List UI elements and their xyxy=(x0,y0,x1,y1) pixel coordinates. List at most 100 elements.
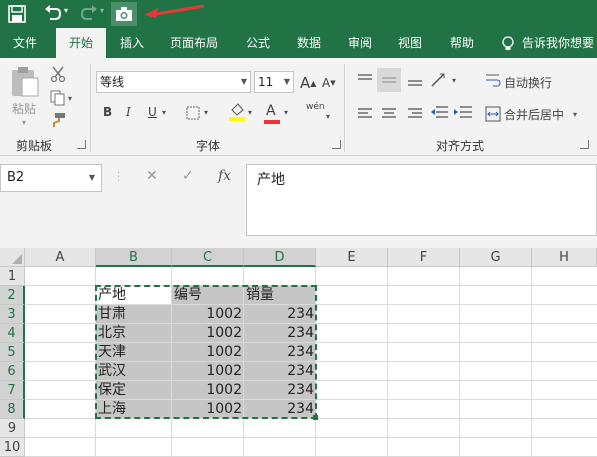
row-header-5[interactable]: 5 xyxy=(0,343,25,362)
row-header-7[interactable]: 7 xyxy=(0,381,25,400)
wrap-text-button[interactable]: 自动换行 xyxy=(504,74,552,91)
chevron-down-icon: ▼ xyxy=(88,173,95,182)
grid-line xyxy=(531,267,532,457)
indent-icons[interactable] xyxy=(430,104,474,122)
paste-label[interactable]: 粘贴 xyxy=(12,100,36,117)
camera-icon xyxy=(116,7,132,21)
row-header-8[interactable]: 8 xyxy=(0,400,25,419)
cancel-icon[interactable]: ✕ xyxy=(146,168,158,184)
font-size-select[interactable]: 11 ▼ xyxy=(254,71,294,93)
merge-center-icon[interactable] xyxy=(485,106,501,122)
italic-button[interactable]: I xyxy=(126,105,131,119)
tell-me-search[interactable]: 告诉我你想要 xyxy=(522,28,597,58)
annotation-arrow xyxy=(144,4,205,18)
middle-align-selected[interactable] xyxy=(377,68,401,92)
ribbon-tabs: 文件 开始 插入 页面布局 公式 数据 审阅 视图 帮助 告诉我你想要 xyxy=(0,28,597,58)
copy-dropdown-icon[interactable]: ▾ xyxy=(68,94,72,103)
alignment-group-label: 对齐方式 xyxy=(436,139,485,153)
paste-dropdown-icon[interactable]: ▾ xyxy=(22,118,26,127)
grow-font-label: A xyxy=(300,74,311,92)
paste-icon[interactable] xyxy=(10,66,40,98)
lightbulb-icon xyxy=(502,36,514,50)
alignment-launcher-icon[interactable] xyxy=(580,140,589,149)
phonetic-dropdown-icon[interactable]: ▾ xyxy=(326,112,330,121)
tab-review[interactable]: 审阅 xyxy=(338,28,382,58)
clipboard-launcher-icon[interactable] xyxy=(77,140,86,149)
format-painter-icon[interactable] xyxy=(50,112,66,128)
font-color-dropdown-icon[interactable]: ▾ xyxy=(284,108,288,117)
tab-help[interactable]: 帮助 xyxy=(440,28,484,58)
cell-reference: B2 xyxy=(7,170,25,185)
orientation-icon[interactable] xyxy=(430,72,454,88)
bold-button[interactable]: B xyxy=(103,105,112,119)
row-header-9[interactable]: 9 xyxy=(0,419,25,438)
column-header-d[interactable]: D xyxy=(244,248,316,267)
font-name-value: 等线 xyxy=(100,75,125,89)
more-options-icon: · · · xyxy=(117,168,121,187)
redo-icon[interactable] xyxy=(80,5,98,21)
phonetic-button[interactable]: wén xyxy=(306,102,325,112)
wrap-text-icon[interactable] xyxy=(485,72,501,88)
row-header-4[interactable]: 4 xyxy=(0,324,25,343)
undo-dropdown-icon[interactable]: ▾ xyxy=(64,6,68,15)
select-all-corner[interactable] xyxy=(0,248,25,267)
shrink-font-button[interactable]: A ▼ xyxy=(322,76,336,90)
font-size-value: 11 xyxy=(258,75,274,89)
camera-button[interactable] xyxy=(111,2,137,26)
corner-triangle-icon xyxy=(12,254,22,264)
chevron-down-icon: ▼ xyxy=(283,77,290,86)
column-header-f[interactable]: F xyxy=(388,248,460,267)
merge-center-button[interactable]: 合并后居中 xyxy=(504,106,564,123)
row-header-10[interactable]: 10 xyxy=(0,438,25,457)
grow-font-button[interactable]: A ▲ xyxy=(300,74,316,92)
tab-insert[interactable]: 插入 xyxy=(110,28,154,58)
tab-formulas[interactable]: 公式 xyxy=(236,28,280,58)
tab-data[interactable]: 数据 xyxy=(286,28,332,58)
underline-button[interactable]: U xyxy=(148,105,157,119)
underline-dropdown-icon[interactable]: ▾ xyxy=(162,108,166,117)
undo-icon[interactable] xyxy=(44,5,62,21)
shrink-font-label: A xyxy=(322,76,331,90)
fill-color-icon[interactable] xyxy=(228,102,246,122)
grid-line xyxy=(387,267,388,457)
font-color-swatch xyxy=(264,120,280,124)
border-icon[interactable] xyxy=(186,106,200,120)
fill-handle[interactable] xyxy=(313,415,318,420)
row-header-1[interactable]: 1 xyxy=(0,267,25,286)
column-header-e[interactable]: E xyxy=(316,248,388,267)
font-color-button[interactable]: A xyxy=(266,103,276,119)
orientation-dropdown-icon[interactable]: ▾ xyxy=(452,76,456,85)
row-header-6[interactable]: 6 xyxy=(0,362,25,381)
save-icon[interactable] xyxy=(8,5,26,23)
ribbon-separator xyxy=(344,64,345,152)
quick-access-toolbar: ▾ ▾ xyxy=(0,0,597,28)
column-header-a[interactable]: A xyxy=(25,248,96,267)
grid-line xyxy=(459,267,460,457)
border-dropdown-icon[interactable]: ▾ xyxy=(204,108,208,117)
row-header-3[interactable]: 3 xyxy=(0,305,25,324)
tab-file[interactable]: 文件 xyxy=(0,28,50,58)
redo-dropdown-icon[interactable]: ▾ xyxy=(100,6,104,15)
tab-home[interactable]: 开始 xyxy=(56,28,106,58)
cut-icon[interactable] xyxy=(50,66,66,82)
clipboard-group-label: 剪贴板 xyxy=(16,139,53,153)
fill-dropdown-icon[interactable]: ▾ xyxy=(248,108,252,117)
copy-icon[interactable] xyxy=(50,90,66,106)
grid-line xyxy=(25,437,597,438)
name-box[interactable]: B2 ▼ xyxy=(0,164,102,192)
column-header-c[interactable]: C xyxy=(172,248,244,267)
tab-view[interactable]: 视图 xyxy=(388,28,432,58)
insert-function-icon[interactable]: fx xyxy=(218,168,231,184)
font-color-letter: A xyxy=(266,103,276,119)
horizontal-align-icons[interactable] xyxy=(356,106,436,122)
column-header-b[interactable]: B xyxy=(96,248,172,267)
tab-page-layout[interactable]: 页面布局 xyxy=(160,28,228,58)
column-header-g[interactable]: G xyxy=(460,248,532,267)
formula-input[interactable]: 产地 xyxy=(246,164,597,236)
font-name-select[interactable]: 等线 ▼ xyxy=(96,71,251,93)
font-launcher-icon[interactable] xyxy=(332,140,341,149)
row-header-2[interactable]: 2 xyxy=(0,286,25,305)
enter-icon[interactable]: ✓ xyxy=(182,168,194,184)
column-header-h[interactable]: H xyxy=(532,248,597,267)
merge-dropdown-icon[interactable]: ▾ xyxy=(573,110,577,119)
